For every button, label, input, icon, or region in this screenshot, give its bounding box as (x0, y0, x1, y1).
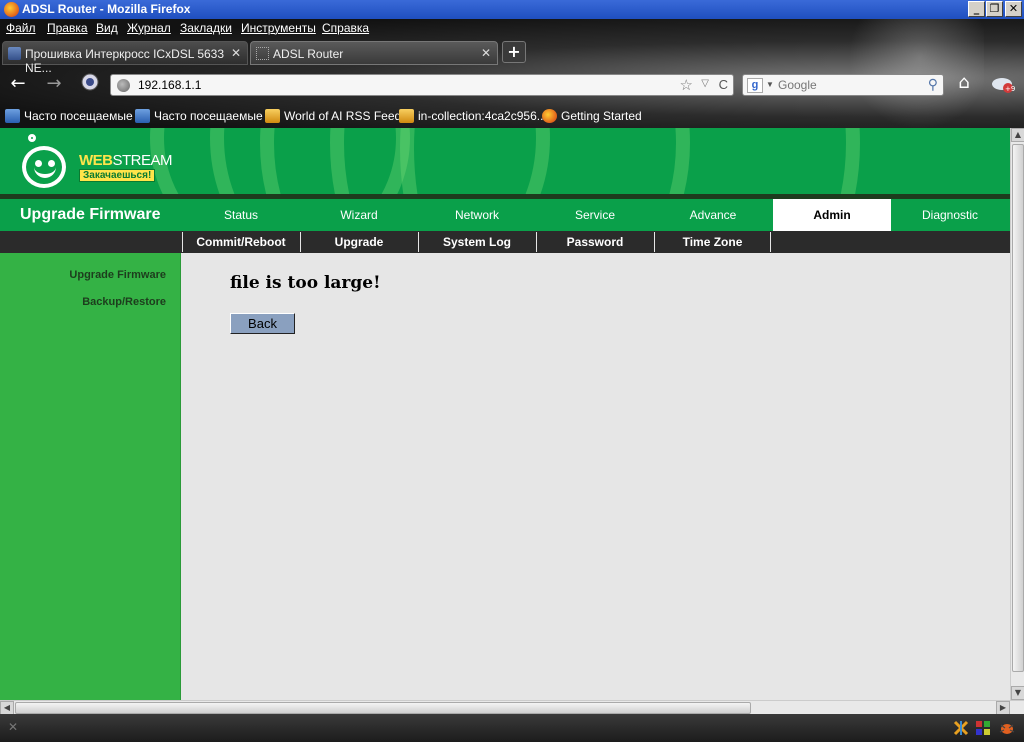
search-bar[interactable]: g ▼ Google ⚲ (742, 74, 944, 96)
navigation-toolbar: ← → 192.168.1.1 ☆ ▽ C g ▼ Google ⚲ ⌂ +9 (0, 65, 1024, 105)
sidebar-item-upgrade-firmware[interactable]: Upgrade Firmware (69, 269, 166, 281)
firefox-icon (542, 109, 557, 123)
subnav-commit-reboot[interactable]: Commit/Reboot (182, 232, 299, 252)
logo-antenna (28, 134, 36, 142)
bookmark-star-icon[interactable]: ☆ (680, 76, 693, 94)
rss-feed-icon (399, 109, 414, 123)
menu-view[interactable]: Вид (96, 21, 118, 35)
brand-name: WEBSTREAM (79, 152, 173, 169)
bookmark-getting-started[interactable]: Getting Started (542, 109, 642, 123)
new-tab-button[interactable]: + (502, 41, 526, 63)
rss-feed-icon (265, 109, 280, 123)
engine-dropdown-icon[interactable]: ▼ (766, 80, 774, 89)
nav-advance[interactable]: Advance (654, 199, 772, 231)
window-titlebar: ADSL Router - Mozilla Firefox _ ❐ ✕ (0, 0, 1024, 19)
bookmark-most-visited-2[interactable]: Часто посещаемые (135, 109, 263, 123)
subnav-upgrade[interactable]: Upgrade (300, 232, 417, 252)
firefox-icon (4, 2, 19, 17)
minimize-button[interactable]: _ (968, 1, 985, 17)
vertical-scroll-thumb[interactable] (1012, 144, 1024, 672)
bookmark-label: Getting Started (561, 109, 642, 123)
globe-icon (117, 79, 130, 92)
subnav-password[interactable]: Password (536, 232, 653, 252)
router-content: file is too large! Back (182, 253, 1010, 700)
section-title: Upgrade Firmware (20, 206, 161, 223)
router-sub-nav: Commit/Reboot Upgrade System Log Passwor… (0, 231, 1010, 253)
bookmark-label: World of AI RSS Feed (284, 109, 402, 123)
menu-history[interactable]: Журнал (127, 21, 171, 35)
search-folder-icon (5, 109, 20, 123)
subnav-time-zone[interactable]: Time Zone (654, 232, 771, 252)
bookmark-most-visited-1[interactable]: Часто посещаемые (5, 109, 133, 123)
error-message: file is too large! (230, 273, 381, 293)
nav-wizard[interactable]: Wizard (300, 199, 418, 231)
search-magnifier-icon[interactable]: ⚲ (928, 76, 938, 93)
horizontal-scrollbar[interactable]: ◀ ▶ (0, 700, 1024, 715)
menu-help[interactable]: Справка (322, 21, 369, 35)
firebug-icon[interactable] (998, 720, 1015, 736)
close-window-button[interactable]: ✕ (1005, 1, 1022, 17)
nav-service[interactable]: Service (536, 199, 654, 231)
window-title: ADSL Router - Mozilla Firefox (22, 2, 191, 16)
bookmark-world-of-ai[interactable]: World of AI RSS Feed (265, 109, 401, 123)
forward-arrow-icon[interactable]: → (40, 72, 68, 96)
url-dropdown-icon[interactable]: ▽ (701, 78, 709, 89)
scroll-right-arrow-icon[interactable]: ▶ (996, 701, 1010, 715)
tab-adsl-router[interactable]: ADSL Router ✕ (250, 41, 498, 65)
vertical-scrollbar[interactable]: ▲ ▼ (1010, 128, 1024, 700)
nav-status[interactable]: Status (182, 199, 300, 231)
page-icon (8, 47, 21, 60)
bookmarks-toolbar: Часто посещаемые Часто посещаемые World … (0, 105, 1024, 128)
close-addon-bar-icon[interactable]: ✕ (8, 720, 18, 734)
addon-grid-icon[interactable] (975, 720, 991, 736)
menu-edit[interactable]: Правка (47, 21, 88, 35)
brand-tagline: Закачаешься! (79, 169, 156, 182)
back-arrow-icon[interactable]: ← (4, 72, 32, 96)
menu-tools[interactable]: Инструменты (241, 21, 316, 35)
scroll-left-arrow-icon[interactable]: ◀ (0, 701, 14, 715)
page-viewport: WEBSTREAM Закачаешься! Upgrade Firmware … (0, 128, 1010, 700)
close-tab-icon[interactable]: ✕ (481, 46, 491, 60)
addon-x-icon[interactable] (953, 720, 969, 736)
google-engine-icon[interactable]: g (747, 78, 763, 93)
weather-addon-icon[interactable]: +9 (990, 73, 1016, 95)
search-placeholder[interactable]: Google (778, 78, 817, 92)
status-bar: ✕ (0, 714, 1024, 742)
scroll-down-arrow-icon[interactable]: ▼ (1011, 686, 1024, 700)
logo-mouth (34, 166, 56, 178)
decor-arc (400, 128, 1010, 194)
webstream-logo-icon (22, 146, 66, 188)
home-icon[interactable]: ⌂ (952, 72, 976, 96)
svg-text:+9: +9 (1005, 85, 1015, 93)
url-text[interactable]: 192.168.1.1 (138, 78, 201, 92)
reload-icon[interactable]: C (719, 77, 728, 92)
sidebar-item-backup-restore[interactable]: Backup/Restore (82, 296, 166, 308)
nav-diagnostic[interactable]: Diagnostic (891, 199, 1009, 231)
tab-label: ADSL Router (273, 47, 344, 61)
menu-bar: Файл Правка Вид Журнал Закладки Инструме… (0, 19, 1024, 38)
search-folder-icon (135, 109, 150, 123)
router-header: WEBSTREAM Закачаешься! (0, 128, 1010, 194)
bookmark-label: Часто посещаемые (154, 109, 263, 123)
router-main-nav: Upgrade Firmware Status Wizard Network S… (0, 199, 1010, 231)
maximize-button[interactable]: ❐ (986, 1, 1003, 17)
menu-file[interactable]: Файл (6, 21, 36, 35)
subnav-system-log[interactable]: System Log (418, 232, 535, 252)
router-sidebar: Upgrade Firmware Backup/Restore (0, 253, 181, 700)
page-icon (256, 47, 269, 60)
bookmark-label: in-collection:4ca2c956... (418, 109, 547, 123)
nav-admin[interactable]: Admin (773, 199, 891, 231)
scroll-up-arrow-icon[interactable]: ▲ (1011, 128, 1024, 142)
tab-firmware-article[interactable]: Прошивка Интеркросс ICxDSL 5633 NE... ✕ (2, 41, 248, 75)
bookmark-in-collection[interactable]: in-collection:4ca2c956... (399, 109, 547, 123)
bookmark-label: Часто посещаемые (24, 109, 133, 123)
horizontal-scroll-thumb[interactable] (15, 702, 751, 714)
menu-bookmarks[interactable]: Закладки (180, 21, 232, 35)
url-bar[interactable]: 192.168.1.1 ☆ ▽ C (110, 74, 734, 96)
close-tab-icon[interactable]: ✕ (231, 46, 241, 60)
back-button[interactable]: Back (230, 313, 295, 334)
site-identity-icon[interactable] (76, 72, 104, 96)
nav-network[interactable]: Network (418, 199, 536, 231)
